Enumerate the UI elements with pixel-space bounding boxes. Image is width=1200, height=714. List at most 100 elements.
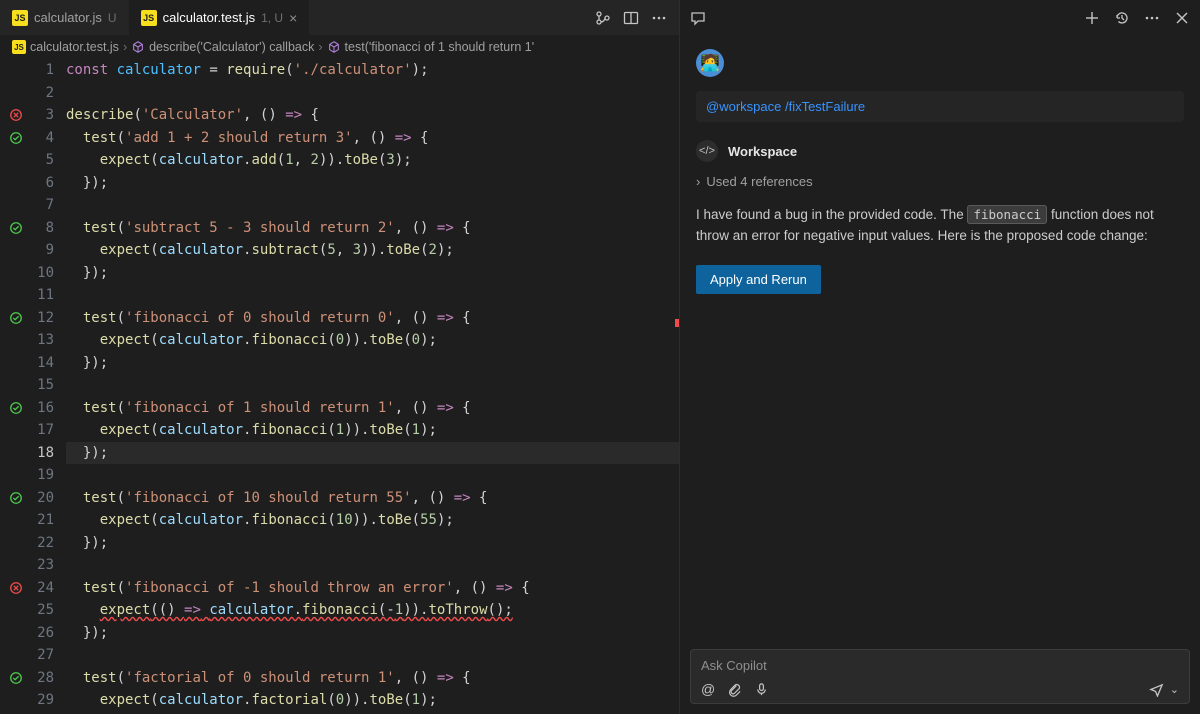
tab-status: 1, U [261, 11, 283, 25]
mic-icon[interactable] [754, 682, 769, 697]
code-line[interactable]: expect(() => calculator.fibonacci(-1)).t… [66, 599, 679, 622]
line-number: 14 [32, 352, 54, 375]
code-line[interactable]: expect(calculator.factorial(0)).toBe(1); [66, 689, 679, 712]
line-number: 10 [32, 262, 54, 285]
compare-icon[interactable] [595, 10, 611, 26]
test-fail-icon[interactable] [9, 104, 23, 127]
avatar: 🧑‍💻 [696, 49, 724, 77]
code-line[interactable]: expect(calculator.fibonacci(1)).toBe(1); [66, 419, 679, 442]
overview-ruler-error [675, 319, 679, 327]
close-icon[interactable] [1174, 10, 1190, 26]
test-pass-icon[interactable] [9, 127, 23, 150]
code-line[interactable] [66, 82, 679, 105]
code-line[interactable] [66, 554, 679, 577]
code-line[interactable]: }); [66, 262, 679, 285]
line-number: 7 [32, 194, 54, 217]
code-line[interactable]: }); [66, 442, 679, 465]
at-icon[interactable]: @ [701, 681, 715, 697]
chat-pane: 🧑‍💻 @workspace /fixTestFailure </> Works… [680, 0, 1200, 714]
line-number: 5 [32, 149, 54, 172]
test-fail-icon[interactable] [9, 577, 23, 600]
line-number: 2 [32, 82, 54, 105]
send-icon[interactable] [1149, 682, 1164, 697]
references-text: Used 4 references [706, 174, 812, 189]
line-number: 13 [32, 329, 54, 352]
test-pass-icon[interactable] [9, 487, 23, 510]
more-icon[interactable] [651, 10, 667, 26]
code-line[interactable]: test('fibonacci of -1 should throw an er… [66, 577, 679, 600]
line-number: 12 [32, 307, 54, 330]
code-line[interactable]: }); [66, 352, 679, 375]
more-icon[interactable] [1144, 10, 1160, 26]
code-line[interactable] [66, 284, 679, 307]
attach-icon[interactable] [727, 682, 742, 697]
chat-content: 🧑‍💻 @workspace /fixTestFailure </> Works… [680, 35, 1200, 639]
new-chat-icon[interactable] [1084, 10, 1100, 26]
code-line[interactable]: }); [66, 622, 679, 645]
msg-text: I have found a bug in the provided code.… [696, 207, 967, 222]
code-line[interactable] [66, 374, 679, 397]
code-line[interactable]: const calculator = require('./calculator… [66, 59, 679, 82]
line-numbers: 1234567891011121314151617181920212223242… [32, 59, 66, 714]
line-number: 25 [32, 599, 54, 622]
test-pass-icon[interactable] [9, 217, 23, 240]
breadcrumb-file: calculator.test.js [30, 40, 119, 54]
line-number: 22 [32, 532, 54, 555]
chat-input-toolbar: @ ⌄ [701, 681, 1179, 697]
test-gutter [0, 59, 32, 714]
tab-status: U [108, 11, 117, 25]
slash-command: /fixTestFailure [785, 99, 865, 114]
workspace-header: </> Workspace [696, 140, 1184, 162]
apply-rerun-button[interactable]: Apply and Rerun [696, 265, 821, 294]
test-pass-icon[interactable] [9, 667, 23, 690]
code-line[interactable]: test('factorial of 0 should return 1', (… [66, 667, 679, 690]
comment-icon[interactable] [690, 10, 706, 26]
line-number: 20 [32, 487, 54, 510]
editor-body[interactable]: 1234567891011121314151617181920212223242… [0, 59, 679, 714]
history-icon[interactable] [1114, 10, 1130, 26]
tab-calculator-test[interactable]: JS calculator.test.js 1, U × [129, 0, 310, 35]
chat-command: @workspace /fixTestFailure [696, 91, 1184, 122]
code-line[interactable]: expect(calculator.subtract(5, 3)).toBe(2… [66, 239, 679, 262]
code-line[interactable]: expect(calculator.fibonacci(10)).toBe(55… [66, 509, 679, 532]
breadcrumb[interactable]: JS calculator.test.js › describe('Calcul… [0, 35, 679, 59]
tab-label: calculator.js [34, 10, 102, 25]
test-pass-icon[interactable] [9, 397, 23, 420]
chat-title-bar [680, 0, 1200, 35]
line-number: 29 [32, 689, 54, 712]
line-number: 17 [32, 419, 54, 442]
references-toggle[interactable]: › Used 4 references [696, 174, 1184, 189]
code-area[interactable]: const calculator = require('./calculator… [66, 59, 679, 714]
code-line[interactable] [66, 464, 679, 487]
code-line[interactable]: test('add 1 + 2 should return 3', () => … [66, 127, 679, 150]
workspace-mention: @workspace [706, 99, 781, 114]
code-line[interactable]: describe('Calculator', () => { [66, 104, 679, 127]
code-icon: </> [696, 140, 718, 162]
split-editor-icon[interactable] [623, 10, 639, 26]
close-icon[interactable]: × [289, 10, 297, 26]
code-line[interactable]: expect(calculator.fibonacci(0)).toBe(0); [66, 329, 679, 352]
code-line[interactable]: }); [66, 172, 679, 195]
method-icon [327, 40, 341, 54]
code-line[interactable]: test('fibonacci of 0 should return 0', (… [66, 307, 679, 330]
line-number: 24 [32, 577, 54, 600]
line-number: 9 [32, 239, 54, 262]
code-line[interactable]: expect(calculator.add(1, 2)).toBe(3); [66, 149, 679, 172]
breadcrumb-seg: test('fibonacci of 1 should return 1' [345, 40, 535, 54]
workspace-name: Workspace [728, 144, 797, 159]
tab-calculator[interactable]: JS calculator.js U [0, 0, 129, 35]
code-line[interactable] [66, 644, 679, 667]
line-number: 3 [32, 104, 54, 127]
chat-input[interactable]: Ask Copilot @ ⌄ [690, 649, 1190, 704]
chevron-down-icon[interactable]: ⌄ [1170, 683, 1179, 696]
line-number: 23 [32, 554, 54, 577]
code-line[interactable]: }); [66, 532, 679, 555]
code-line[interactable]: test('fibonacci of 1 should return 1', (… [66, 397, 679, 420]
code-line[interactable]: test('subtract 5 - 3 should return 2', (… [66, 217, 679, 240]
code-line[interactable]: test('fibonacci of 10 should return 55',… [66, 487, 679, 510]
inline-code: fibonacci [967, 205, 1047, 224]
test-pass-icon[interactable] [9, 307, 23, 330]
code-line[interactable] [66, 194, 679, 217]
line-number: 11 [32, 284, 54, 307]
line-number: 28 [32, 667, 54, 690]
